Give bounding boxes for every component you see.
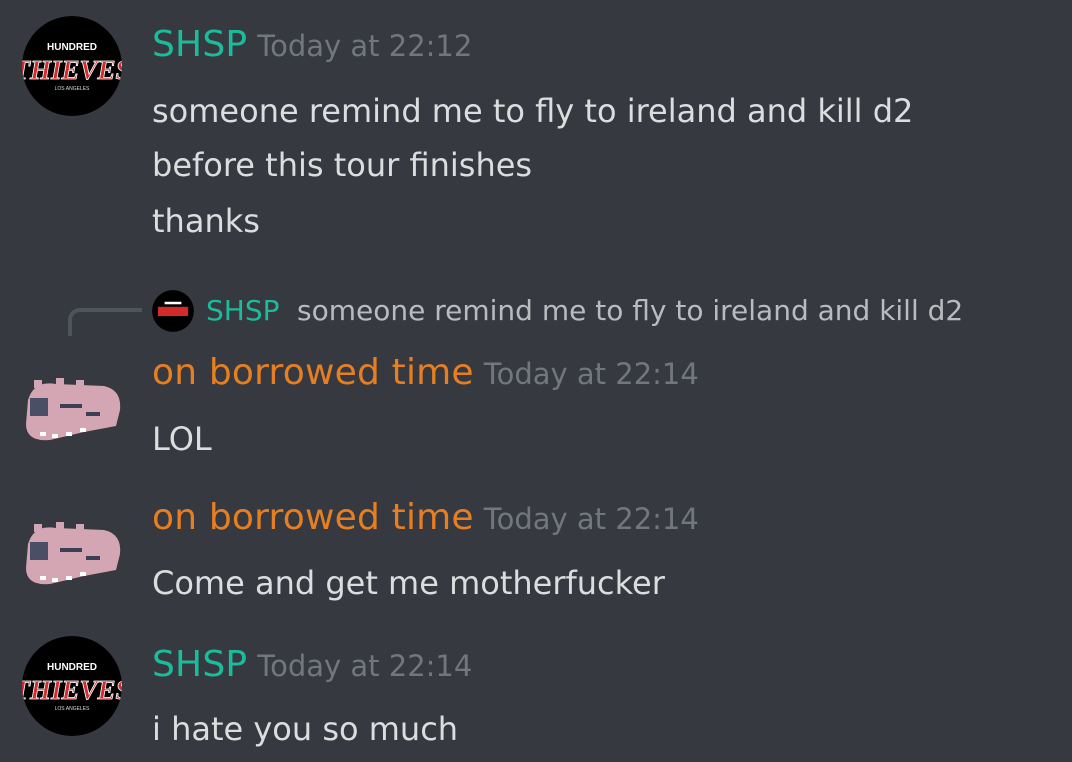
reply-avatar[interactable]	[152, 290, 194, 332]
message-header: SHSP Today at 22:12	[152, 24, 472, 65]
chat-message-list: HUNDRED THIEVES LOS ANGELES SHSP Today at…	[0, 0, 1072, 762]
username[interactable]: on borrowed time	[152, 497, 474, 538]
hundred-thieves-logo-icon: HUNDRED THIEVES LOS ANGELES	[22, 16, 122, 116]
user-avatar-borrowed[interactable]	[20, 370, 124, 454]
message-header: SHSP Today at 22:14	[152, 644, 472, 685]
user-avatar-shsp[interactable]: HUNDRED THIEVES LOS ANGELES	[22, 16, 122, 116]
message-text-line: LOL	[152, 420, 212, 458]
logo-line-1: HUNDRED	[47, 42, 97, 53]
message-text-line: someone remind me to fly to ireland and …	[152, 92, 914, 130]
user-avatar-borrowed[interactable]	[20, 514, 124, 598]
pink-ghost-icon	[26, 378, 121, 441]
message-text-line: thanks	[152, 202, 260, 240]
timestamp[interactable]: Today at 22:14	[257, 649, 472, 683]
message-text-line: before this tour finishes	[152, 146, 533, 184]
user-avatar-shsp[interactable]: HUNDRED THIEVES LOS ANGELES	[22, 636, 122, 736]
message-text-line: Come and get me motherfucker	[152, 564, 665, 602]
logo-line-2: THIEVES	[22, 675, 122, 705]
reply-text[interactable]: someone remind me to fly to ireland and …	[297, 294, 963, 327]
logo-line-3: LOS ANGELES	[55, 706, 90, 712]
message-header: on borrowed time Today at 22:14	[152, 352, 699, 393]
reply-username[interactable]: SHSP	[206, 294, 280, 327]
username[interactable]: on borrowed time	[152, 352, 474, 393]
reply-preview[interactable]: SHSP someone remind me to fly to ireland…	[0, 286, 1072, 342]
timestamp[interactable]: Today at 22:14	[484, 502, 699, 536]
message-text-line: i hate you so much	[152, 710, 459, 748]
logo-line-3: LOS ANGELES	[55, 86, 90, 92]
pink-ghost-icon	[26, 522, 121, 585]
message-header: on borrowed time Today at 22:14	[152, 497, 699, 538]
logo-line-1: HUNDRED	[47, 662, 97, 673]
hundred-thieves-logo-icon	[152, 290, 194, 332]
logo-line-2: THIEVES	[22, 55, 122, 85]
timestamp[interactable]: Today at 22:14	[484, 357, 699, 391]
hundred-thieves-logo-icon: HUNDRED THIEVES LOS ANGELES	[22, 636, 122, 736]
timestamp[interactable]: Today at 22:12	[257, 29, 472, 63]
username[interactable]: SHSP	[152, 644, 247, 685]
username[interactable]: SHSP	[152, 24, 247, 65]
reply-spine	[68, 308, 142, 336]
